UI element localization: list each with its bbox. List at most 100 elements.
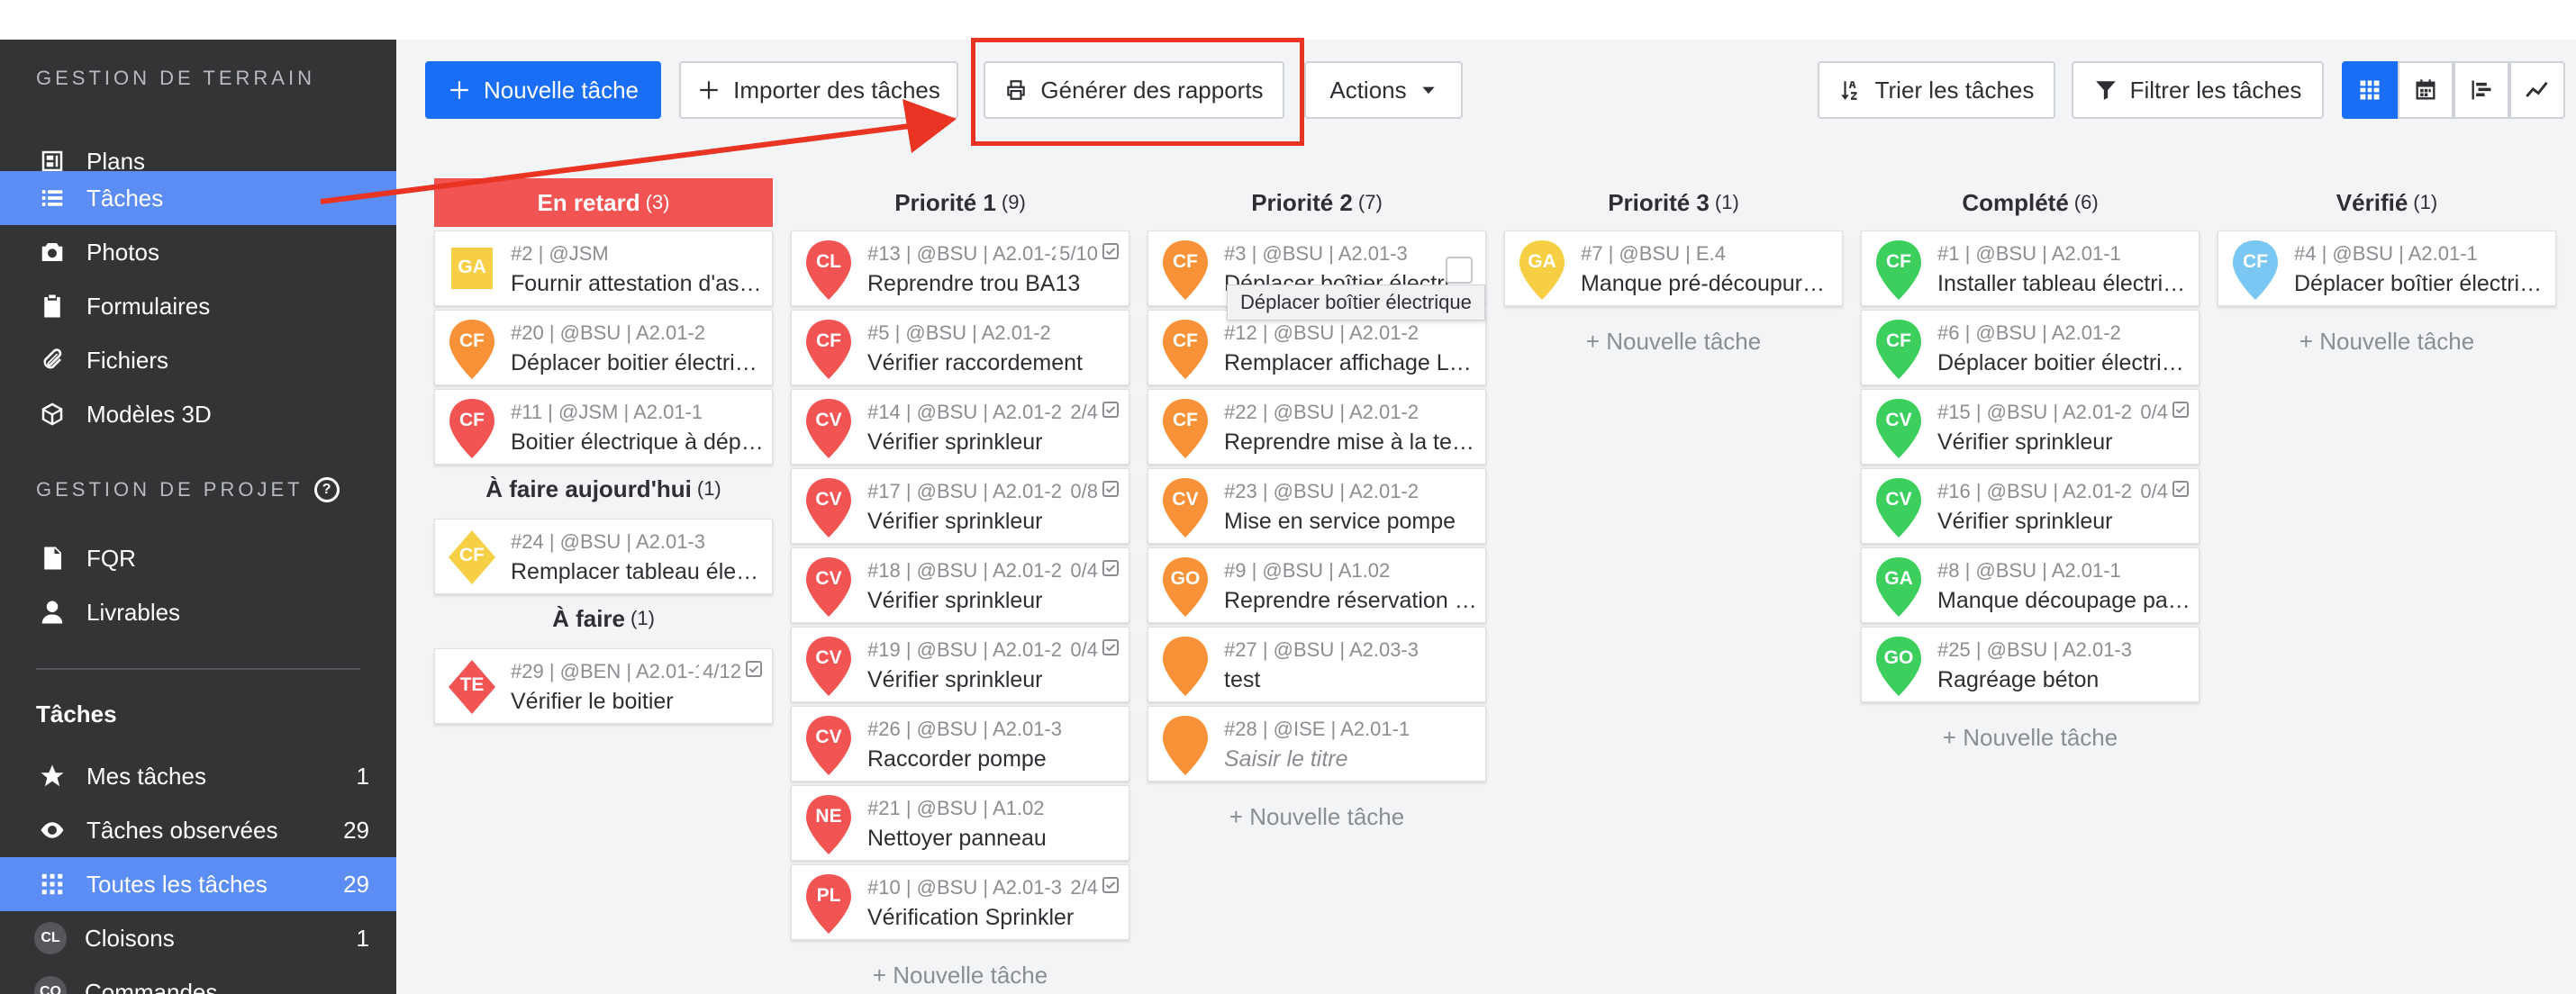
task-card[interactable]: GA #2 | @JSM Fournir attestation d'assuran… — [434, 230, 773, 306]
task-card[interactable]: GO #25 | @BSU | A2.01-3 Ragréage béton — [1861, 627, 2200, 702]
task-marker-label: NE — [815, 806, 842, 827]
task-card[interactable]: CF #22 | @BSU | A2.01-2 Reprendre mise à l… — [1147, 389, 1486, 465]
task-title: Nettoyer panneau — [867, 826, 1047, 851]
sidebar-item-cloisons[interactable]: CL Cloisons 1 — [0, 911, 396, 965]
task-card[interactable]: CV #17 | @BSU | A2.01-2 Vérifier sprinkleu… — [791, 468, 1129, 544]
sidebar-item-fqr[interactable]: FQR — [0, 531, 396, 585]
task-card[interactable]: #28 | @ISE | A2.01-1 Saisir le titre — [1147, 706, 1486, 782]
task-marker-label: TE — [459, 674, 485, 695]
checkbox-checked-icon — [1102, 876, 1120, 899]
column-title: Priorité 1 — [894, 188, 996, 216]
view-gantt-button[interactable] — [2454, 61, 2509, 119]
sort-tasks-button[interactable]: Trier les tâches — [1818, 61, 2055, 119]
user-icon — [36, 596, 68, 628]
task-marker-icon: GA — [446, 239, 498, 302]
item-count: 29 — [343, 870, 369, 898]
sidebar-item-formulaires[interactable]: Formulaires — [0, 279, 396, 333]
sidebar-item-taches[interactable]: Tâches — [0, 171, 396, 225]
add-task-link[interactable]: + Nouvelle tâche — [2218, 328, 2556, 356]
checklist-progress: 0/4 — [2136, 480, 2190, 503]
column-header: À faire aujourd'hui (1) — [434, 465, 773, 513]
sidebar-item-modeles-3d[interactable]: Modèles 3D — [0, 387, 396, 441]
sidebar-item-taches-observees[interactable]: Tâches observées 29 — [0, 803, 396, 857]
checklist-progress-value: 0/8 — [1070, 480, 1098, 502]
sidebar-divider — [36, 668, 360, 670]
sidebar-item-label: Tâches — [86, 184, 164, 212]
task-card[interactable]: CF #5 | @BSU | A2.01-2 Vérifier raccordeme… — [791, 310, 1129, 385]
view-calendar-button[interactable] — [2398, 61, 2454, 119]
task-card[interactable]: CV #14 | @BSU | A2.01-2 Vérifier sprinkleu… — [791, 389, 1129, 465]
task-marker-label: CF — [816, 330, 841, 351]
sidebar-item-label: Livrables — [86, 598, 181, 626]
sidebar-item-label: Fichiers — [86, 346, 169, 374]
task-marker-label: CF — [459, 410, 485, 430]
sidebar-item-commandes[interactable]: CO Commandes — [0, 965, 396, 994]
checkbox-checked-icon — [1102, 401, 1120, 424]
column-header: Complété (6) — [1861, 178, 2200, 227]
task-card[interactable]: GO #9 | @BSU | A1.02 Reprendre réservation… — [1147, 547, 1486, 623]
task-card[interactable]: CV #18 | @BSU | A2.01-2 Vérifier sprinkleu… — [791, 547, 1129, 623]
add-task-link[interactable]: + Nouvelle tâche — [791, 962, 1129, 989]
task-card[interactable]: CF #20 | @BSU | A2.01-2 Déplacer boitier é… — [434, 310, 773, 385]
import-tasks-button[interactable]: Importer des tâches — [679, 61, 958, 119]
task-title: Vérification Sprinkler — [867, 905, 1075, 930]
sort-tasks-label: Trier les tâches — [1874, 76, 2035, 104]
checklist-progress-value: 2/4 — [1070, 876, 1098, 899]
help-icon[interactable]: ? — [313, 477, 340, 502]
task-card[interactable]: CF #4 | @BSU | A2.01-1 Déplacer boîtier él… — [2218, 230, 2556, 306]
task-card[interactable]: GA #7 | @BSU | E.4 Manque pré-découpure pl… — [1504, 230, 1843, 306]
column-count: (9) — [1001, 191, 1026, 213]
task-card[interactable]: CV #26 | @BSU | A2.01-3 Raccorder pompe — [791, 706, 1129, 782]
task-card[interactable]: CV #15 | @BSU | A2.01-2 Vérifier sprinkleu… — [1861, 389, 2200, 465]
column-title: En retard — [537, 188, 640, 216]
task-marker-icon: GA — [1516, 239, 1568, 302]
task-card[interactable]: CF #1 | @BSU | A2.01-1 Installer tableau é… — [1861, 230, 2200, 306]
task-title: Manque pré-découpure plafond — [1581, 271, 1835, 296]
new-task-button[interactable]: Nouvelle tâche — [425, 61, 661, 119]
project-section-title: GESTION DE PROJET ? — [36, 477, 340, 502]
add-task-link[interactable]: + Nouvelle tâche — [1504, 328, 1843, 356]
sidebar-item-photos[interactable]: Photos — [0, 225, 396, 279]
task-marker-icon: GA — [1873, 556, 1925, 619]
checklist-progress: 0/4 — [1066, 638, 1120, 662]
filter-tasks-button[interactable]: Filtrer les tâches — [2072, 61, 2324, 119]
task-card[interactable]: CF #12 | @BSU | A2.01-2 Remplacer affichag… — [1147, 310, 1486, 385]
column-title: Vérifié — [2336, 188, 2408, 216]
checklist-progress-value: 0/4 — [2140, 480, 2168, 502]
column-header: En retard (3) — [434, 178, 773, 227]
sidebar-item-toutes-les-taches[interactable]: Toutes les tâches 29 — [0, 857, 396, 911]
task-card[interactable]: TE #29 | @BEN | A2.01-1 Vérifier le boitie… — [434, 648, 773, 724]
sidebar-item-mes-taches[interactable]: Mes tâches 1 — [0, 749, 396, 803]
task-card[interactable]: CV #19 | @BSU | A2.01-2 Vérifier sprinkleu… — [791, 627, 1129, 702]
sidebar-item-fichiers[interactable]: Fichiers — [0, 333, 396, 387]
task-marker-icon: CF — [1873, 318, 1925, 381]
checklist-progress: 0/4 — [1066, 559, 1120, 583]
task-card[interactable]: CL #13 | @BSU | A2.01-2 Reprendre trou BA1… — [791, 230, 1129, 306]
checkbox-checked-icon — [1102, 638, 1120, 662]
column-count: (1) — [696, 477, 721, 500]
task-title: Boitier électrique à déplacer — [511, 429, 765, 455]
view-grid-button[interactable] — [2342, 61, 2398, 119]
sidebar-item-livrables[interactable]: Livrables — [0, 585, 396, 639]
task-card[interactable]: #27 | @BSU | A2.03-3 test — [1147, 627, 1486, 702]
view-chart-button[interactable] — [2509, 61, 2565, 119]
task-title: Vérifier sprinkleur — [867, 588, 1043, 613]
column-count: (1) — [630, 607, 655, 629]
select-checkbox[interactable] — [1446, 257, 1473, 284]
task-card[interactable]: GA #8 | @BSU | A2.01-1 Manque découpage pa… — [1861, 547, 2200, 623]
task-card[interactable]: PL #10 | @BSU | A2.01-3 Vérification Sprin… — [791, 864, 1129, 940]
task-title: Remplacer affichage LED — [1224, 350, 1478, 375]
add-task-link[interactable]: + Nouvelle tâche — [1861, 724, 2200, 752]
add-task-link[interactable]: + Nouvelle tâche — [1147, 803, 1486, 831]
item-count: 1 — [356, 762, 369, 790]
task-card[interactable]: CF #6 | @BSU | A2.01-2 Déplacer boitier él… — [1861, 310, 2200, 385]
task-card[interactable]: CF #11 | @JSM | A2.01-1 Boitier électrique… — [434, 389, 773, 465]
task-card[interactable]: CV #23 | @BSU | A2.01-2 Mise en service po… — [1147, 468, 1486, 544]
task-card[interactable]: NE #21 | @BSU | A1.02 Nettoyer panneau — [791, 785, 1129, 861]
actions-dropdown[interactable]: Actions — [1304, 61, 1463, 119]
task-card[interactable]: CF #24 | @BSU | A2.01-3 Remplacer tableau … — [434, 519, 773, 594]
import-tasks-label: Importer des tâches — [733, 76, 940, 104]
task-card[interactable]: CV #16 | @BSU | A2.01-2 Vérifier sprinkleu… — [1861, 468, 2200, 544]
sort-icon — [1840, 81, 1857, 100]
task-marker-icon: TE — [446, 656, 498, 719]
